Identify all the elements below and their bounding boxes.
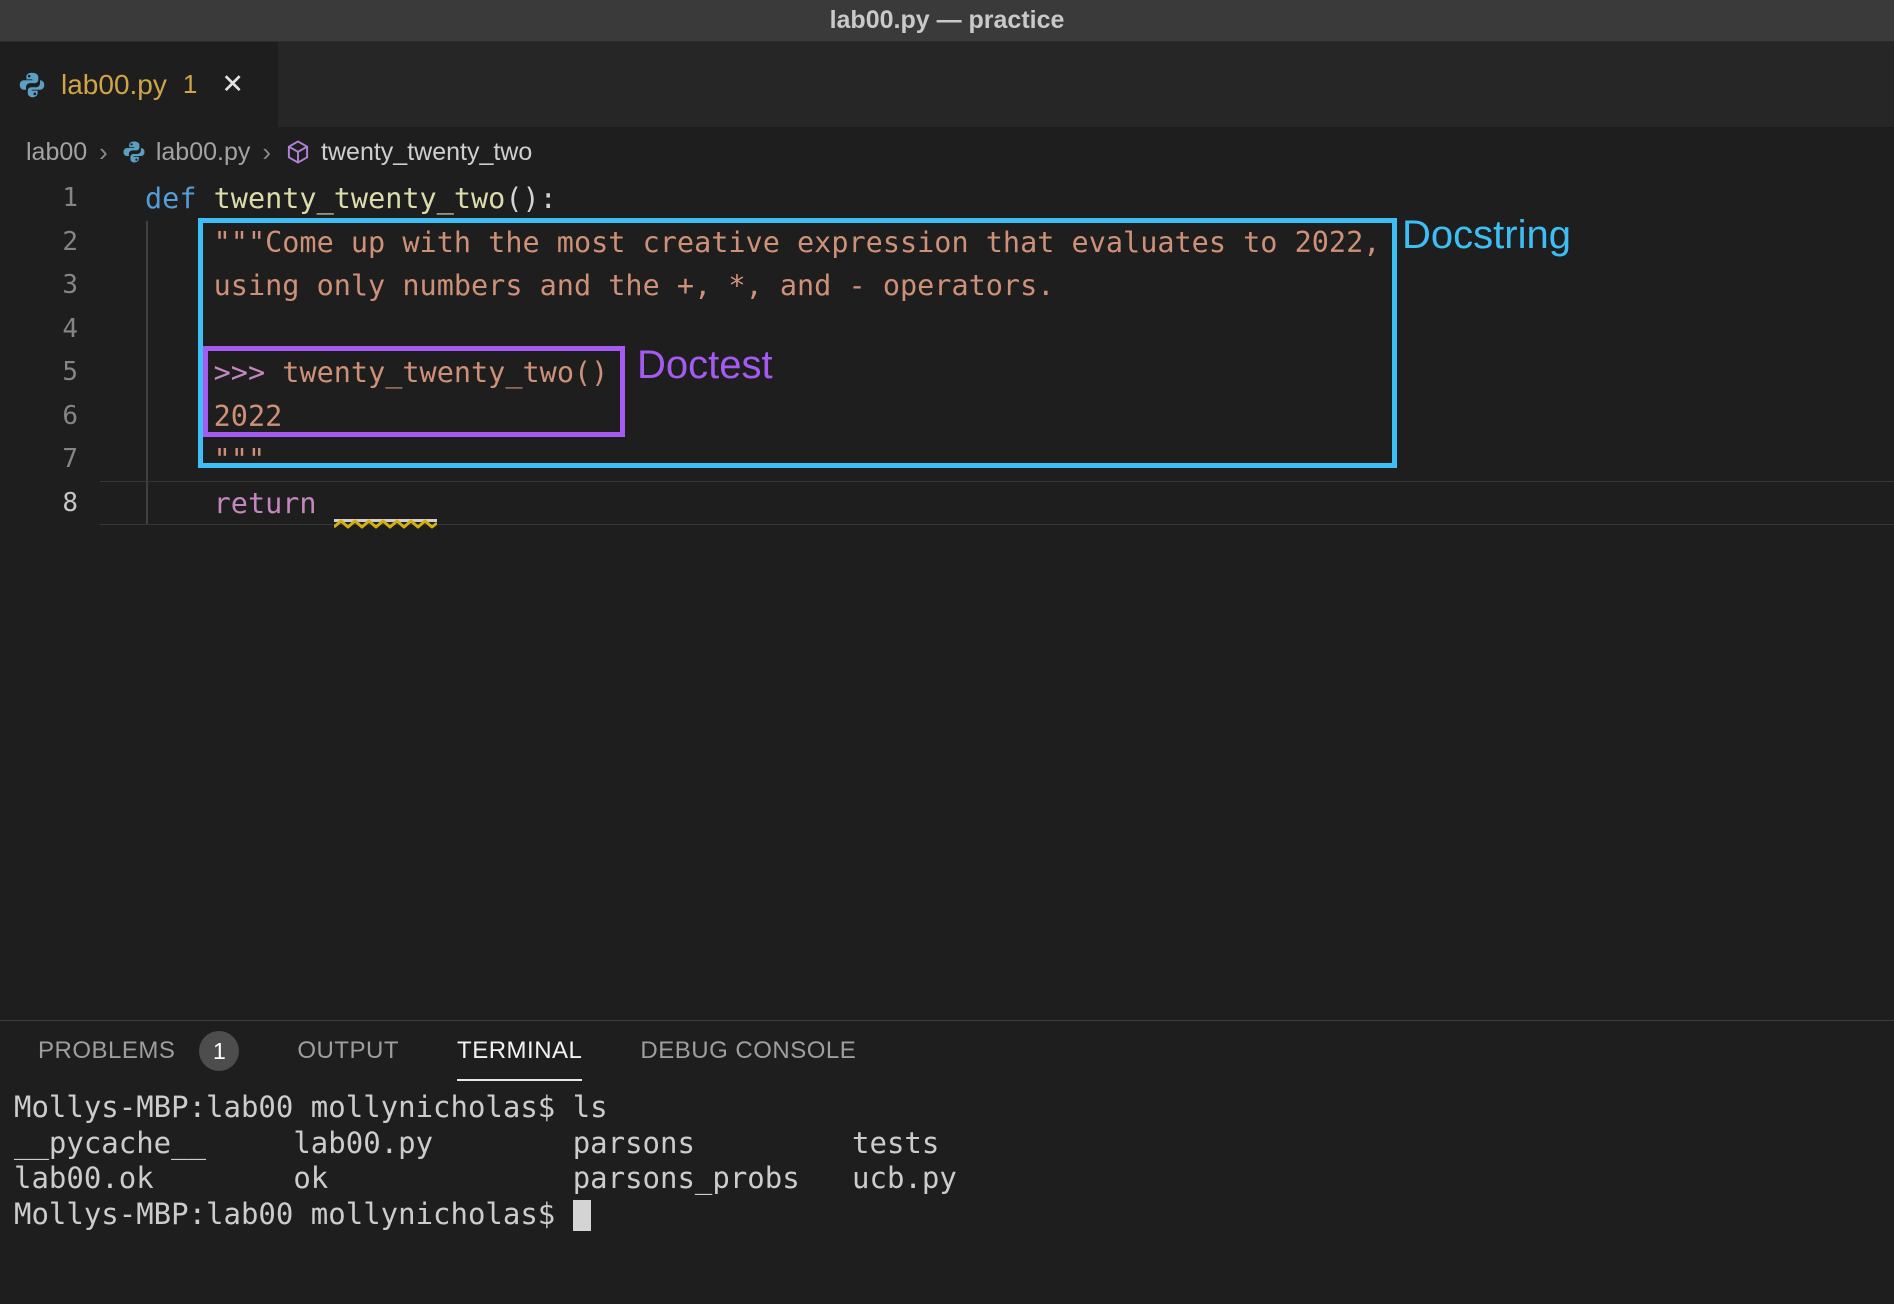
code-text: def twenty_twenty_two():	[145, 177, 557, 221]
line-number: 2	[0, 221, 78, 265]
doctest-annotation-label: Doctest	[637, 343, 773, 387]
line-number: 7	[0, 438, 78, 482]
close-icon[interactable]: ✕	[221, 69, 244, 100]
missing-expression-squiggle	[334, 489, 437, 522]
code-line-1[interactable]: 1 def twenty_twenty_two():	[0, 177, 1894, 221]
code-text: return	[145, 482, 437, 526]
python-icon	[18, 71, 46, 99]
line-number: 3	[0, 264, 78, 308]
breadcrumb: lab00 › lab00.py › twenty_twenty_two	[0, 127, 1894, 177]
line-number: 5	[0, 351, 78, 395]
bottom-panel: PROBLEMS 1 OUTPUT TERMINAL DEBUG CONSOLE Mol…	[0, 1021, 1894, 1304]
breadcrumb-symbol[interactable]: twenty_twenty_two	[321, 138, 532, 167]
symbol-method-icon	[285, 139, 311, 165]
panel-tab-label: OUTPUT	[297, 1037, 399, 1065]
terminal-output[interactable]: Mollys-MBP:lab00 mollynicholas$ ls __pyc…	[0, 1081, 1894, 1232]
panel-tab-label: PROBLEMS	[38, 1037, 175, 1065]
panel-tab-output[interactable]: OUTPUT	[297, 1037, 399, 1065]
panel-tab-terminal[interactable]: TERMINAL	[457, 1037, 582, 1065]
problems-count-badge: 1	[199, 1031, 239, 1071]
chevron-right-icon: ›	[99, 137, 108, 168]
line-number: 4	[0, 308, 78, 352]
terminal-cursor	[573, 1200, 591, 1231]
line-number: 1	[0, 177, 78, 221]
tab-filename: lab00.py	[61, 69, 167, 101]
doctest-annotation-box	[203, 346, 625, 437]
window-title: lab00.py — practice	[830, 6, 1065, 35]
tab-bar: lab00.py 1 ✕	[0, 42, 1894, 127]
breadcrumb-file[interactable]: lab00.py	[156, 138, 251, 167]
tab-problems-count: 1	[183, 69, 197, 100]
panel-tab-label: TERMINAL	[457, 1037, 582, 1065]
vscode-window: lab00.py — practice lab00.py 1 ✕ lab00 ›	[0, 0, 1894, 1304]
panel-tab-label: DEBUG CONSOLE	[640, 1037, 856, 1065]
tab-lab00-py[interactable]: lab00.py 1 ✕	[0, 42, 278, 127]
docstring-annotation-label: Docstring	[1402, 213, 1571, 257]
breadcrumb-folder[interactable]: lab00	[26, 138, 87, 167]
editor-pane[interactable]: lab00 › lab00.py › twenty_twenty_two	[0, 127, 1894, 1020]
panel-tab-problems[interactable]: PROBLEMS 1	[38, 1031, 239, 1071]
chevron-right-icon: ›	[262, 137, 271, 168]
code-line-8[interactable]: 8 return	[0, 482, 1894, 526]
python-icon	[122, 140, 146, 164]
line-number: 6	[0, 395, 78, 439]
line-number: 8	[0, 482, 78, 526]
title-bar: lab00.py — practice	[0, 0, 1894, 42]
panel-tab-debug-console[interactable]: DEBUG CONSOLE	[640, 1037, 856, 1065]
panel-tab-bar: PROBLEMS 1 OUTPUT TERMINAL DEBUG CONSOLE	[0, 1021, 1894, 1081]
